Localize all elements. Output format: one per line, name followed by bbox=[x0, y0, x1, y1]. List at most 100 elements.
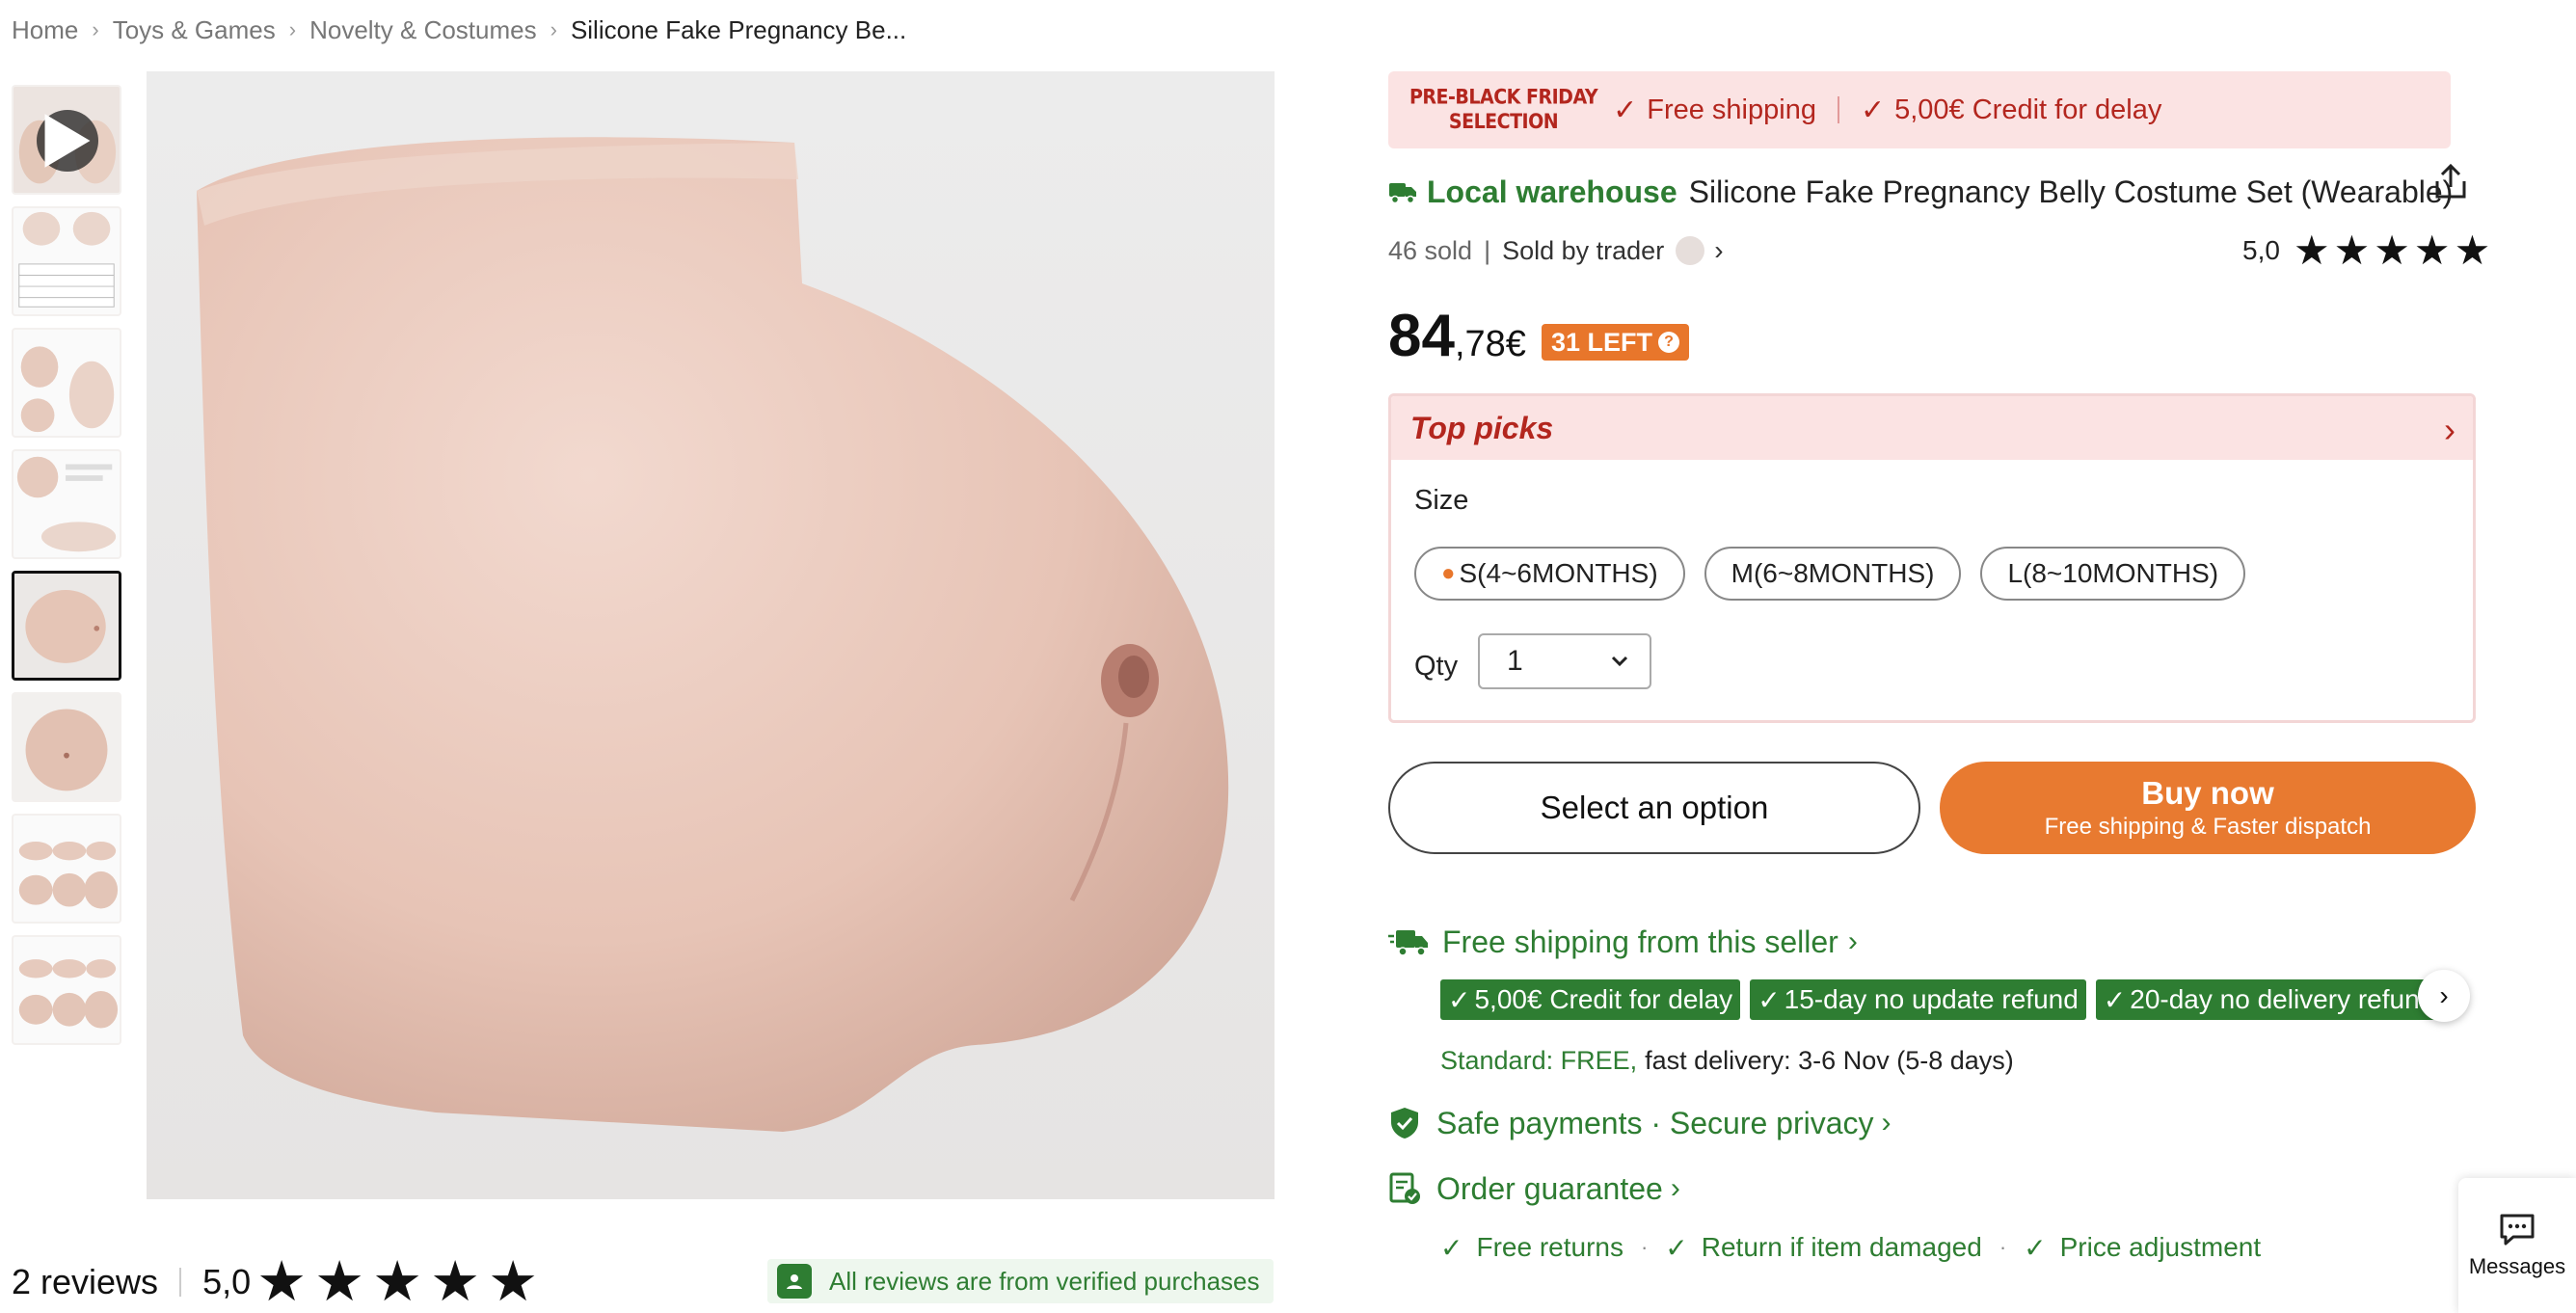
qty-select[interactable]: 1 bbox=[1478, 633, 1651, 689]
guarantee-item: ✓ Return if item damaged bbox=[1665, 1232, 1982, 1264]
product-rating[interactable]: 5,0 ★ ★ ★ ★ ★ bbox=[2242, 229, 2490, 272]
breadcrumb-home[interactable]: Home bbox=[12, 15, 78, 45]
star-icon: ★ bbox=[256, 1250, 308, 1313]
chat-bubble-icon bbox=[2500, 1214, 2535, 1246]
thumbnail[interactable] bbox=[12, 692, 121, 802]
thumbnail-video[interactable] bbox=[12, 85, 121, 195]
size-option-l[interactable]: L(8~10MONTHS) bbox=[1980, 547, 2246, 601]
top-picks-header[interactable]: Top picks › bbox=[1391, 396, 2473, 460]
thumbnail[interactable] bbox=[12, 814, 121, 924]
messages-button[interactable]: Messages bbox=[2458, 1178, 2576, 1313]
promo-badge: PRE-BLACK FRIDAY SELECTION bbox=[1409, 85, 1598, 135]
promo-item-label: Free shipping bbox=[1647, 94, 1816, 125]
thumbnail-list bbox=[12, 85, 123, 1057]
safe-payments-link[interactable]: Safe payments · Secure privacy › bbox=[1388, 1101, 1892, 1145]
size-option-label: M(6~8MONTHS) bbox=[1731, 558, 1935, 588]
promo-badge-line1: PRE-BLACK FRIDAY bbox=[1409, 85, 1598, 109]
star-icon: ★ bbox=[2374, 228, 2410, 273]
thumbnail[interactable] bbox=[12, 206, 121, 316]
seller-link[interactable]: Sold by trader bbox=[1502, 236, 1664, 266]
shipping-tag: ✓ 15-day no update refund bbox=[1750, 979, 2086, 1020]
shipping-title: Free shipping from this seller bbox=[1442, 924, 1838, 959]
top-picks-panel: Top picks › Size ● S(4~6MONTHS) M(6~8MON… bbox=[1388, 393, 2476, 723]
truck-fast-icon bbox=[1388, 930, 1428, 956]
tags-scroll-right-button[interactable]: › bbox=[2418, 970, 2470, 1022]
safe-payments-text: Safe payments · Secure privacy bbox=[1436, 1105, 1874, 1140]
separator-dot: · bbox=[1640, 1235, 1649, 1259]
truck-icon bbox=[1389, 183, 1416, 204]
qty-value: 1 bbox=[1507, 645, 1523, 677]
product-meta: 46 sold | Sold by trader › bbox=[1388, 231, 1724, 270]
check-icon: ✓ bbox=[2103, 984, 2127, 1015]
guarantee-items: ✓ Free returns · ✓ Return if item damaged … bbox=[1440, 1228, 2261, 1267]
guarantee-item-label: Return if item damaged bbox=[1701, 1232, 1982, 1262]
stock-badge-label: 31 LEFT bbox=[1550, 327, 1652, 357]
size-options: ● S(4~6MONTHS) M(6~8MONTHS) L(8~10MONTHS… bbox=[1414, 547, 2265, 601]
promo-free-shipping: ✓ Free shipping bbox=[1613, 94, 1816, 127]
check-icon: ✓ bbox=[1448, 984, 1471, 1015]
reviews-count[interactable]: 2 reviews bbox=[12, 1262, 158, 1302]
chevron-right-icon: › bbox=[288, 17, 297, 41]
buy-now-label: Buy now bbox=[2141, 775, 2274, 811]
check-icon: ✓ bbox=[1440, 1232, 1463, 1263]
verified-text: All reviews are from verified purchases bbox=[829, 1266, 1260, 1296]
main-product-image[interactable] bbox=[147, 71, 1275, 1199]
fast-delivery: fast delivery: 3-6 Nov (5-8 days) bbox=[1645, 1045, 2014, 1075]
price-row: 84 ,78€ 31 LEFT ? bbox=[1388, 297, 1689, 366]
shipping-tag-label: 5,00€ Credit for delay bbox=[1474, 984, 1733, 1014]
chevron-right-icon: › bbox=[1670, 1172, 1680, 1204]
share-icon[interactable] bbox=[2429, 160, 2472, 202]
promo-banner: PRE-BLACK FRIDAY SELECTION ✓ Free shippi… bbox=[1388, 71, 2451, 148]
guarantee-item: ✓ Free returns bbox=[1440, 1232, 1623, 1264]
thumbnail[interactable] bbox=[12, 328, 121, 438]
check-icon: ✓ bbox=[1665, 1232, 1688, 1263]
select-option-button[interactable]: Select an option bbox=[1388, 762, 1920, 854]
rating-score: 5,0 bbox=[2242, 235, 2280, 265]
standard-shipping: Standard: FREE, bbox=[1440, 1045, 1638, 1075]
breadcrumb: Home › Toys & Games › Novelty & Costumes… bbox=[12, 13, 906, 46]
breadcrumb-toys-games[interactable]: Toys & Games bbox=[113, 15, 276, 45]
divider bbox=[1837, 96, 1839, 123]
chevron-right-icon: › bbox=[2439, 980, 2449, 1010]
thumbnail-image bbox=[13, 451, 120, 557]
check-icon: ✓ bbox=[2024, 1232, 2047, 1263]
product-title: Silicone Fake Pregnancy Belly Costume Se… bbox=[1688, 174, 2454, 209]
check-icon: ✓ bbox=[1758, 984, 1781, 1015]
chevron-right-icon[interactable]: › bbox=[2444, 410, 2455, 450]
buy-now-sublabel: Free shipping & Faster dispatch bbox=[2044, 814, 2372, 840]
star-icon: ★ bbox=[430, 1250, 481, 1313]
chevron-right-icon: › bbox=[1847, 925, 1858, 957]
thumbnail[interactable] bbox=[12, 935, 121, 1045]
star-rating: ★ ★ ★ ★ ★ bbox=[256, 1254, 546, 1310]
check-icon: ✓ bbox=[1613, 94, 1638, 126]
product-title-row: Local warehouse Silicone Fake Pregnancy … bbox=[1388, 168, 2507, 216]
separator-dot: · bbox=[1999, 1235, 2007, 1259]
breadcrumb-novelty-costumes[interactable]: Novelty & Costumes bbox=[309, 15, 537, 45]
play-icon[interactable] bbox=[37, 110, 98, 172]
guarantee-item: ✓ Price adjustment bbox=[2024, 1232, 2261, 1264]
shipping-tag: ✓ 5,00€ Credit for delay bbox=[1440, 979, 1741, 1020]
shipping-header[interactable]: Free shipping from this seller › bbox=[1388, 920, 1858, 964]
stock-badge[interactable]: 31 LEFT ? bbox=[1541, 324, 1689, 361]
size-option-m[interactable]: M(6~8MONTHS) bbox=[1704, 547, 1962, 601]
size-option-label: S(4~6MONTHS) bbox=[1459, 558, 1658, 588]
thumbnail-active[interactable] bbox=[12, 571, 121, 681]
star-icon: ★ bbox=[2333, 228, 2371, 273]
seller-avatar[interactable] bbox=[1676, 236, 1705, 265]
breadcrumb-current: Silicone Fake Pregnancy Be... bbox=[570, 14, 907, 44]
thumbnail[interactable] bbox=[12, 449, 121, 559]
reviews-summary: 2 reviews 5,0 ★ ★ ★ ★ ★ bbox=[12, 1253, 546, 1311]
size-option-label: L(8~10MONTHS) bbox=[2007, 558, 2219, 588]
thumbnail-image bbox=[13, 330, 120, 436]
thumbnail-image bbox=[13, 208, 120, 314]
check-icon: ✓ bbox=[1860, 94, 1886, 126]
chevron-down-icon bbox=[1611, 656, 1628, 667]
order-guarantee-link[interactable]: Order guarantee › bbox=[1388, 1166, 1680, 1211]
chevron-right-icon[interactable]: › bbox=[1714, 235, 1723, 266]
divider: | bbox=[1484, 235, 1491, 265]
messages-label: Messages bbox=[2468, 1254, 2566, 1278]
size-option-s[interactable]: ● S(4~6MONTHS) bbox=[1414, 547, 1685, 601]
buy-now-button[interactable]: Buy now Free shipping & Faster dispatch bbox=[1940, 762, 2476, 854]
shipping-tag: ✓ 20-day no delivery refund bbox=[2095, 979, 2443, 1020]
shield-user-icon bbox=[777, 1264, 812, 1299]
